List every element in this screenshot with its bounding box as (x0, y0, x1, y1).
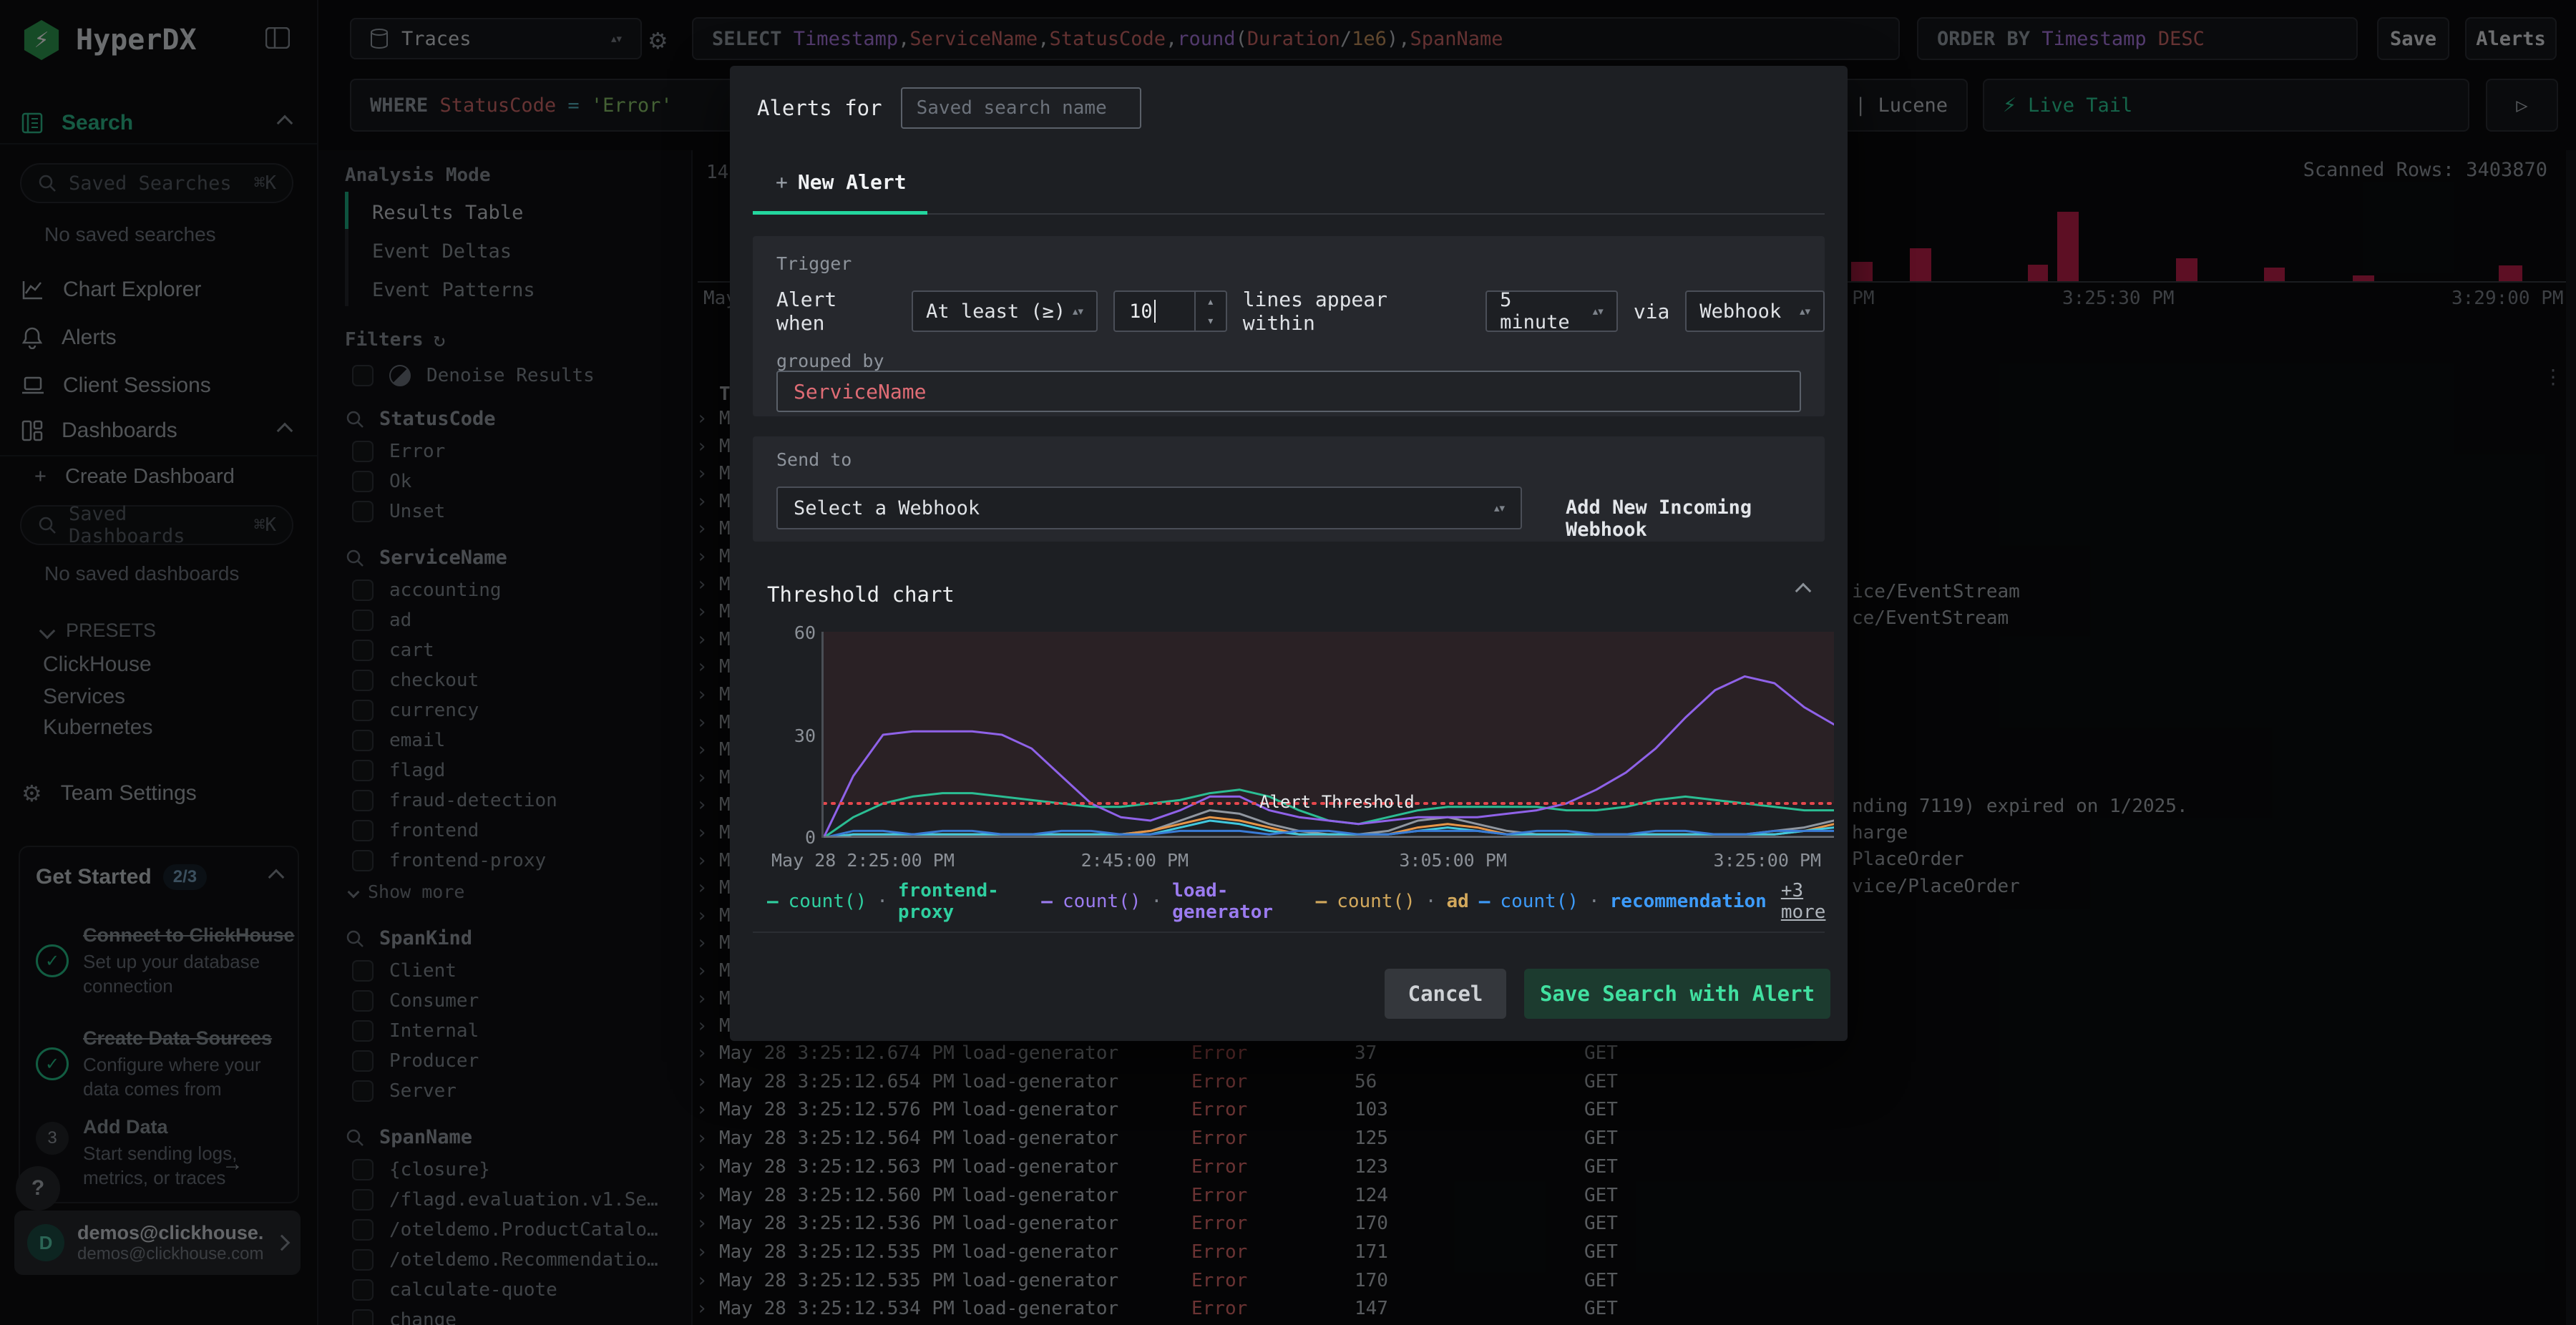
save-search-with-alert-button[interactable]: Save Search with Alert (1524, 969, 1830, 1019)
select-arrows-icon: ▴▾ (1592, 305, 1604, 318)
legend-series-name: recommendation (1609, 891, 1767, 912)
threshold-chart-xtick: 3:25:00 PM (1713, 850, 1822, 871)
legend-series-name: load-generator (1172, 880, 1274, 923)
send-to-panel: Send to Select a Webhook ▴▾ Add New Inco… (753, 436, 1825, 542)
collapse-chart-icon[interactable] (1795, 582, 1812, 600)
threshold-chart-title: Threshold chart (767, 582, 955, 607)
legend-swatch: — (1041, 891, 1053, 912)
tab-new-alert[interactable]: + New Alert (776, 170, 907, 194)
time-window-select[interactable]: 5 minute ▴▾ (1485, 289, 1618, 333)
legend-metric: count() (788, 891, 867, 912)
saved-search-name-placeholder: Saved search name (916, 97, 1107, 119)
cancel-button[interactable]: Cancel (1385, 969, 1506, 1019)
trigger-label: Trigger (776, 253, 852, 274)
legend-series-name: frontend-proxy (897, 880, 999, 923)
plus-icon: + (776, 170, 788, 194)
select-arrows-icon: ▴▾ (1073, 305, 1084, 318)
legend-swatch: — (1478, 891, 1491, 912)
condition-select[interactable]: At least (≥) ▴▾ (912, 290, 1098, 332)
legend-separator: · (877, 891, 888, 912)
legend-series-name: ad (1446, 891, 1469, 912)
footer-divider (753, 932, 1825, 933)
number-stepper[interactable]: ▴ ▾ (1194, 292, 1226, 331)
threshold-chart-xtick: 3:05:00 PM (1399, 850, 1507, 871)
ytick-0: 0 (804, 827, 816, 848)
alert-threshold-label: Alert Threshold (1259, 792, 1415, 812)
chart-legend: — count() · frontend-proxy — count() · load-gen… (767, 880, 1848, 923)
threshold-value-input[interactable]: 10 ▴ ▾ (1113, 290, 1227, 332)
grouped-by-input[interactable]: ServiceName (776, 371, 1801, 412)
alert-when-label: Alert when (776, 288, 837, 335)
threshold-chart-xtick: May 28 2:25:00 PM (771, 850, 955, 871)
create-alert-modal: Alerts for Saved search name + New Alert … (730, 66, 1848, 1041)
threshold-chart-xtick: 2:45:00 PM (1080, 850, 1189, 871)
add-webhook-link[interactable]: Add New Incoming Webhook (1566, 497, 1825, 541)
select-arrows-icon: ▴▾ (1799, 305, 1811, 318)
legend-separator: · (1151, 891, 1163, 912)
legend-swatch: — (767, 891, 779, 912)
legend-metric: count() (1062, 891, 1141, 912)
legend-separator: · (1425, 891, 1437, 912)
text-cursor (1153, 300, 1156, 323)
legend-separator: · (1589, 891, 1600, 912)
modal-title: Alerts for (757, 96, 882, 120)
legend-metric: count() (1337, 891, 1415, 912)
saved-search-name-input[interactable]: Saved search name (900, 87, 1141, 129)
webhook-select[interactable]: Select a Webhook ▴▾ (776, 487, 1522, 529)
via-label: via (1633, 299, 1670, 323)
ytick-30: 30 (794, 725, 816, 746)
select-arrows-icon: ▴▾ (1493, 502, 1505, 514)
ytick-60: 60 (794, 622, 816, 643)
send-to-label: Send to (776, 449, 852, 470)
lines-within-label: lines appear within (1242, 288, 1387, 335)
channel-select[interactable]: Webhook ▴▾ (1685, 290, 1825, 332)
grouped-by-label: grouped by (776, 351, 884, 371)
legend-more-link[interactable]: +3 more (1781, 880, 1848, 923)
legend-swatch: — (1315, 891, 1327, 912)
trigger-panel: Trigger Alert when At least (≥) ▴▾ 10 ▴ ▾… (753, 236, 1825, 416)
legend-metric: count() (1500, 891, 1579, 912)
tab-underline (753, 211, 1825, 215)
